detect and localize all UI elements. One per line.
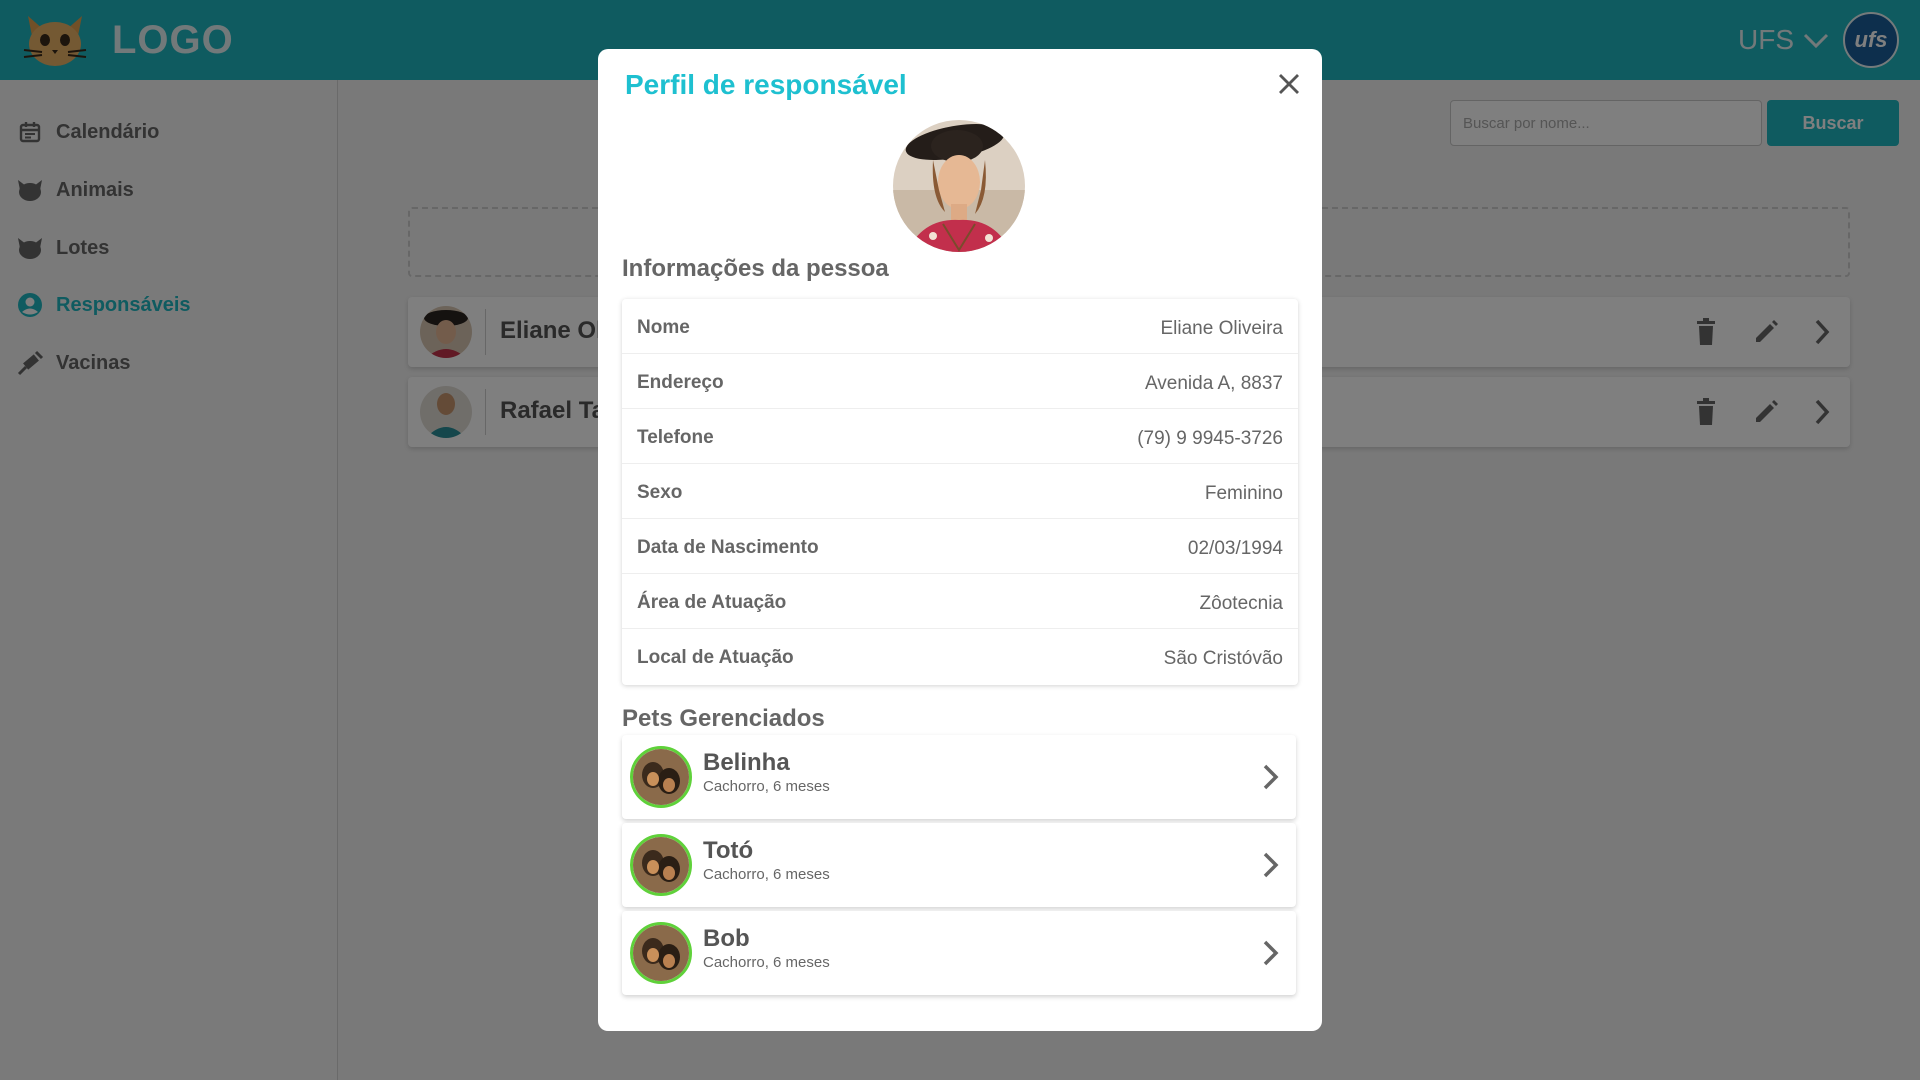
info-value: Eliane Oliveira: [1160, 318, 1284, 339]
info-label: Endereço: [637, 372, 724, 393]
profile-photo: [893, 120, 1025, 252]
pet-name: Belinha: [703, 749, 790, 776]
modal-title: Perfil de responsável: [625, 69, 907, 100]
info-card: Nome Eliane Oliveira Endereço Avenida A,…: [622, 299, 1298, 685]
pet-card[interactable]: Totó Cachorro, 6 meses: [622, 823, 1296, 907]
pet-description: Cachorro, 6 meses: [703, 778, 830, 795]
chevron-right-icon[interactable]: [1256, 847, 1286, 883]
info-value: 02/03/1994: [1187, 538, 1283, 559]
pet-avatar: [630, 746, 692, 808]
close-icon[interactable]: [1274, 69, 1304, 99]
pet-card[interactable]: Belinha Cachorro, 6 meses: [622, 735, 1296, 819]
pet-name: Bob: [703, 925, 750, 952]
info-row-nome: Nome Eliane Oliveira: [622, 299, 1298, 354]
pet-description: Cachorro, 6 meses: [703, 866, 830, 883]
info-row-endereco: Endereço Avenida A, 8837: [622, 354, 1298, 409]
pet-card[interactable]: Bob Cachorro, 6 meses: [622, 911, 1296, 995]
info-row-area-atuacao: Área de Atuação Zôotecnia: [622, 574, 1298, 629]
info-label: Local de Atuação: [637, 647, 794, 668]
info-value: São Cristóvão: [1163, 648, 1283, 669]
chevron-right-icon[interactable]: [1256, 935, 1286, 971]
pet-description: Cachorro, 6 meses: [703, 954, 830, 971]
pets-heading: Pets Gerenciados: [622, 705, 825, 732]
info-label: Nome: [637, 317, 690, 338]
info-heading: Informações da pessoa: [622, 255, 889, 282]
info-row-local-atuacao: Local de Atuação São Cristóvão: [622, 629, 1298, 684]
info-label: Sexo: [637, 482, 683, 503]
pet-name: Totó: [703, 837, 754, 864]
info-value: Avenida A, 8837: [1144, 373, 1283, 394]
profile-modal: Perfil de responsável Informações da pes…: [598, 49, 1322, 1031]
pet-avatar: [630, 922, 692, 984]
info-label: Telefone: [637, 427, 714, 448]
info-row-data-nascimento: Data de Nascimento 02/03/1994: [622, 519, 1298, 574]
info-row-telefone: Telefone (79) 9 9945-3726: [622, 409, 1298, 464]
chevron-right-icon[interactable]: [1256, 759, 1286, 795]
info-label: Área de Atuação: [637, 592, 787, 613]
info-row-sexo: Sexo Feminino: [622, 464, 1298, 519]
pet-avatar: [630, 834, 692, 896]
info-value: Zôotecnia: [1199, 593, 1283, 614]
info-value: Feminino: [1204, 483, 1283, 504]
info-label: Data de Nascimento: [637, 537, 819, 558]
info-value: (79) 9 9945-3726: [1137, 428, 1283, 449]
